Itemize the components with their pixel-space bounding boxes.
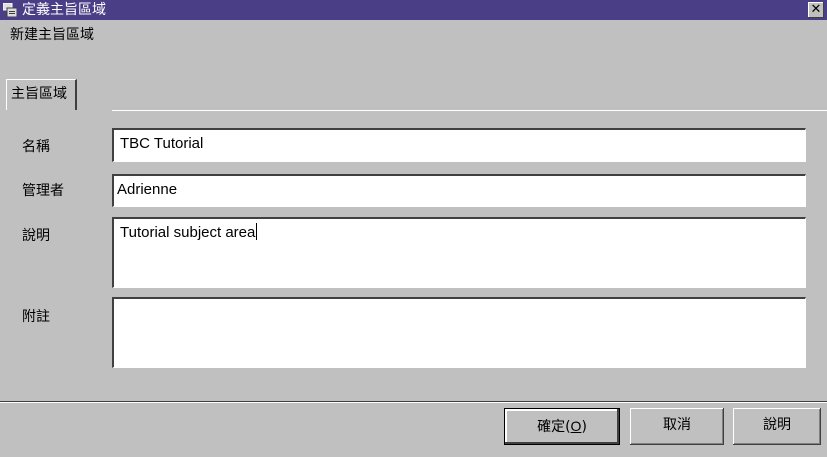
ok-mnemonic: O <box>570 418 582 434</box>
description-label: 說明 <box>22 228 50 244</box>
name-label: 名稱 <box>22 139 50 155</box>
help-button[interactable]: 說明 <box>733 408 821 445</box>
owner-field[interactable]: Adrienne <box>112 174 806 207</box>
help-button-label: 說明 <box>763 417 791 433</box>
cancel-button-label: 取消 <box>663 417 691 433</box>
ok-button[interactable]: 確定(O) <box>504 408 620 445</box>
name-value: TBC Tutorial <box>120 135 204 152</box>
title-bar[interactable]: 定義主旨區域 ✕ <box>0 0 827 20</box>
cancel-button[interactable]: 取消 <box>630 408 724 445</box>
owner-value: Adrienne <box>117 181 178 198</box>
tab-label: 主旨區域 <box>11 86 67 102</box>
description-textarea[interactable]: Tutorial subject area <box>112 217 806 288</box>
notes-textarea[interactable] <box>112 297 806 368</box>
name-field[interactable]: TBC Tutorial <box>112 128 806 162</box>
app-window-icon <box>2 2 18 18</box>
ok-button-label: 確定 <box>537 419 566 435</box>
footer-divider-highlight <box>0 402 827 403</box>
dialog-subtitle: 新建主旨區域 <box>10 27 94 43</box>
tab-divider <box>112 110 827 111</box>
window-title: 定義主旨區域 <box>22 2 106 18</box>
owner-label: 管理者 <box>22 183 64 199</box>
close-button[interactable]: ✕ <box>808 2 824 18</box>
tab-subject-area[interactable]: 主旨區域 <box>6 79 77 110</box>
ok-mnemonic-close: ) <box>581 419 587 435</box>
description-value: Tutorial subject area <box>120 224 256 241</box>
notes-label: 附註 <box>22 309 50 325</box>
text-cursor <box>256 223 258 240</box>
